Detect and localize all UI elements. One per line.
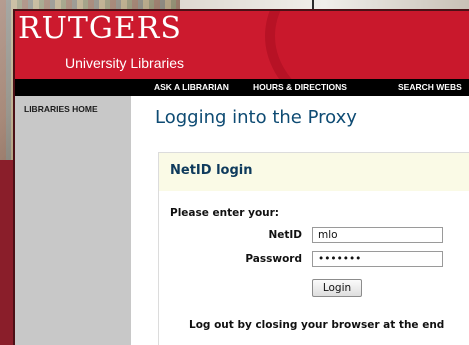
nav-hours-directions[interactable]: HOURS & DIRECTIONS: [253, 82, 347, 92]
rutgers-logo[interactable]: RUTGERS: [18, 13, 182, 45]
page-title: Logging into the Proxy: [155, 107, 357, 128]
browser-window: RUTGERS University Libraries ASK A LIBRA…: [13, 9, 469, 345]
login-prompt: Please enter your:: [170, 207, 280, 219]
password-field[interactable]: •••••••: [312, 251, 443, 267]
top-navigation: ASK A LIBRARIAN HOURS & DIRECTIONS SEARC…: [15, 79, 469, 96]
password-label: Password: [245, 253, 302, 265]
rutgers-seal-watermark: [265, 11, 469, 79]
netid-label: NetID: [268, 229, 302, 241]
sidebar: LIBRARIES HOME: [15, 96, 131, 345]
netid-field[interactable]: mlo: [312, 227, 443, 243]
nav-ask-a-librarian[interactable]: ASK A LIBRARIAN: [154, 82, 229, 92]
login-button[interactable]: Login: [312, 279, 362, 297]
panel-header: NetID login: [159, 153, 469, 191]
sidebar-item-libraries-home[interactable]: LIBRARIES HOME: [24, 104, 98, 114]
site-header: RUTGERS University Libraries: [15, 11, 469, 79]
nav-search-websites[interactable]: SEARCH WEBS: [398, 82, 462, 92]
main-content: Logging into the Proxy NetID login Pleas…: [131, 96, 469, 345]
netid-login-panel: NetID login Please enter your: NetID mlo…: [158, 152, 469, 345]
logout-instructions: Log out by closing your browser at the e…: [189, 319, 445, 331]
panel-title: NetID login: [170, 163, 253, 178]
logo-subtitle: University Libraries: [65, 55, 185, 71]
